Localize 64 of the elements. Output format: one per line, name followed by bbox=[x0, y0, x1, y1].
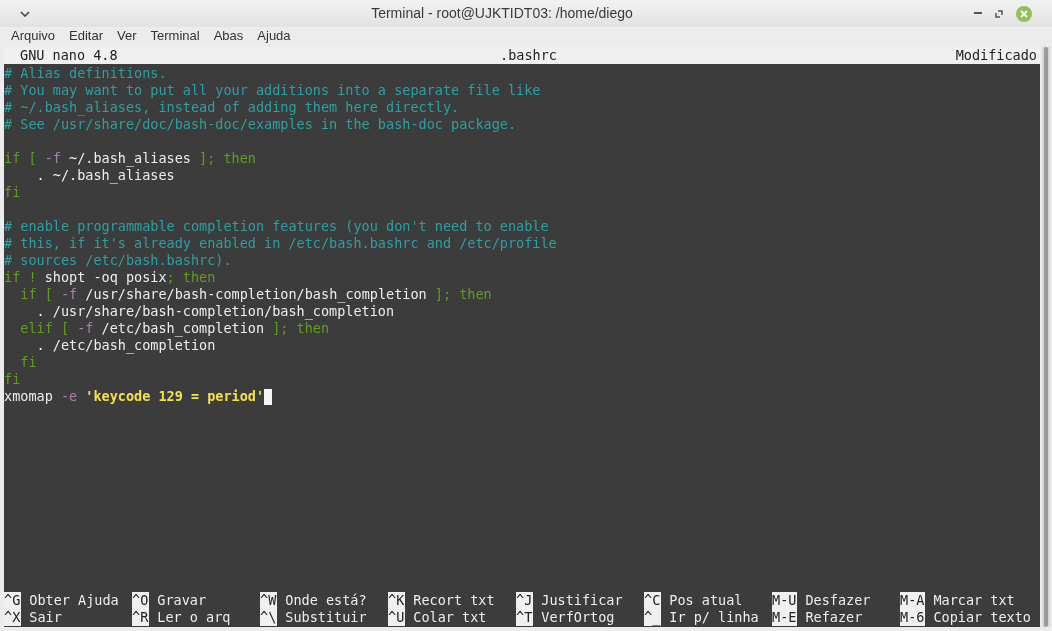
shortcut-label: Ir p/ linha bbox=[669, 609, 759, 626]
shortcut-key: M-A bbox=[900, 592, 926, 609]
shortcut-key: ^W bbox=[260, 592, 278, 609]
restore-icon[interactable] bbox=[995, 9, 1003, 18]
shortcut-label: Gravar bbox=[157, 592, 207, 609]
shortcut-label: Onde está? bbox=[285, 592, 367, 609]
code-line: fi bbox=[19, 354, 37, 371]
shortcut-key: ^\ bbox=[260, 609, 278, 626]
window-title: Terminal - root@UJKTIDT03: /home/diego bbox=[371, 4, 633, 23]
modified-status: Modificado bbox=[955, 47, 1037, 64]
shortcut-key: ^O bbox=[132, 592, 150, 609]
menu-item[interactable]: Arquivo bbox=[4, 26, 63, 46]
shortcut-label: Substituir bbox=[285, 609, 367, 626]
code-line: if ! shopt -oq posix; then bbox=[4, 269, 216, 286]
code-line: . /usr/share/bash-completion/bash_completion bbox=[35, 303, 395, 320]
code-line: # sources /etc/bash.bashrc). bbox=[4, 252, 232, 269]
minimize-icon[interactable] bbox=[974, 12, 982, 15]
shortcut-key: M-E bbox=[772, 609, 798, 626]
shortcut-label: Refazer bbox=[805, 609, 863, 626]
chevron-down-icon[interactable] bbox=[20, 10, 30, 17]
menu-item[interactable]: Terminal bbox=[143, 26, 207, 46]
shortcut-label: VerfOrtog bbox=[541, 609, 615, 626]
code-line: # ~/.bash_aliases, instead of adding them here directly. bbox=[4, 99, 460, 116]
shortcut-label: Obter Ajuda bbox=[29, 592, 119, 609]
code-line: # You may want to put all your additions into a separate file like bbox=[4, 82, 541, 99]
shortcut-key: ^G bbox=[4, 592, 22, 609]
shortcut-label: Recort txt bbox=[413, 592, 495, 609]
shortcut-label: Pos atual bbox=[669, 592, 743, 609]
shortcut-key: M-6 bbox=[900, 609, 926, 626]
code-line: if [ -f ~/.bash_aliases ]; then bbox=[4, 150, 256, 167]
terminal-area[interactable] bbox=[4, 47, 1040, 627]
code-line: # See /usr/share/doc/bash-doc/examples in the bash-doc package. bbox=[4, 116, 517, 133]
shortcut-key: ^J bbox=[516, 592, 534, 609]
code-line: elif [ -f /etc/bash_completion ]; then bbox=[19, 320, 330, 337]
code-line: fi bbox=[4, 371, 21, 388]
code-line: . ~/.bash_aliases bbox=[35, 167, 175, 184]
shortcut-key: ^C bbox=[644, 592, 662, 609]
menu-item[interactable]: Abas bbox=[206, 26, 251, 46]
menu-item[interactable]: Ajuda bbox=[250, 26, 298, 46]
shortcut-label: Colar txt bbox=[413, 609, 487, 626]
shortcut-key: ^R bbox=[132, 609, 150, 626]
shortcut-label: Marcar txt bbox=[933, 592, 1015, 609]
nano-version: GNU nano 4.8 bbox=[20, 47, 118, 64]
shortcut-key: ^K bbox=[388, 592, 406, 609]
shortcut-label: Justificar bbox=[541, 592, 623, 609]
shortcut-label: Ler o arq bbox=[157, 609, 231, 626]
shortcut-key: M-U bbox=[772, 592, 798, 609]
shortcut-key: ^_ bbox=[644, 609, 662, 626]
code-line: # enable programmable completion features (you don't need to enable bbox=[4, 218, 549, 235]
shortcut-label: Desfazer bbox=[805, 592, 871, 609]
menu-item[interactable]: Ver bbox=[110, 26, 144, 46]
shortcut-key: ^T bbox=[516, 609, 534, 626]
code-line: fi bbox=[4, 184, 21, 201]
code-line: # Alias definitions. bbox=[4, 65, 167, 82]
code-line: xmomap -e 'keycode 129 = period' bbox=[4, 388, 265, 405]
shortcut-label: Sair bbox=[29, 609, 62, 626]
code-line: # this, if it's already enabled in /etc/bash.bashrc and /etc/profile bbox=[4, 235, 557, 252]
code-line: . /etc/bash_completion bbox=[35, 337, 216, 354]
code-line: if [ -f /usr/share/bash-completion/bash_completion ]; then bbox=[19, 286, 492, 303]
file-name: .bashrc bbox=[500, 47, 557, 64]
shortcut-key: ^X bbox=[4, 609, 22, 626]
shortcut-label: Copiar texto bbox=[933, 609, 1031, 626]
menu-item[interactable]: Editar bbox=[62, 26, 111, 46]
shortcut-key: ^U bbox=[388, 609, 406, 626]
